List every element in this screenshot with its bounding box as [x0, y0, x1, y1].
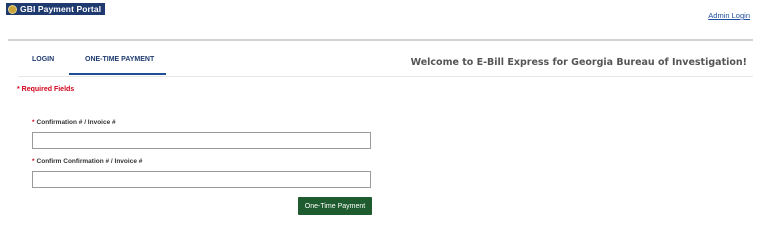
georgia-seal-icon: [8, 4, 17, 14]
portal-logo[interactable]: GBI Payment Portal: [6, 3, 106, 15]
confirm-confirmation-number-label-text: Confirm Confirmation # / Invoice #: [36, 158, 143, 165]
tab-login[interactable]: LOGIN: [32, 56, 54, 63]
confirmation-number-input[interactable]: [32, 132, 371, 149]
tab-one-time-payment[interactable]: ONE-TIME PAYMENT: [85, 56, 154, 63]
logo-text: GBI Payment Portal: [20, 4, 102, 14]
one-time-payment-button[interactable]: One-Time Payment: [298, 197, 372, 215]
active-tab-indicator: [69, 73, 166, 75]
confirm-confirmation-number-label: * Confirm Confirmation # / Invoice #: [32, 158, 142, 165]
required-marker: *: [32, 119, 35, 126]
welcome-heading: Welcome to E-Bill Express for Georgia Bu…: [410, 57, 747, 68]
confirmation-number-label-text: Confirmation # / Invoice #: [36, 119, 116, 126]
confirmation-number-label: * Confirmation # / Invoice #: [32, 119, 116, 126]
required-fields-note: * Required Fields: [17, 86, 75, 93]
required-marker: *: [32, 158, 35, 165]
admin-login-link[interactable]: Admin Login: [708, 11, 750, 20]
header-divider: [8, 39, 753, 41]
confirm-confirmation-number-input[interactable]: [32, 171, 371, 188]
tab-divider: [18, 76, 753, 77]
